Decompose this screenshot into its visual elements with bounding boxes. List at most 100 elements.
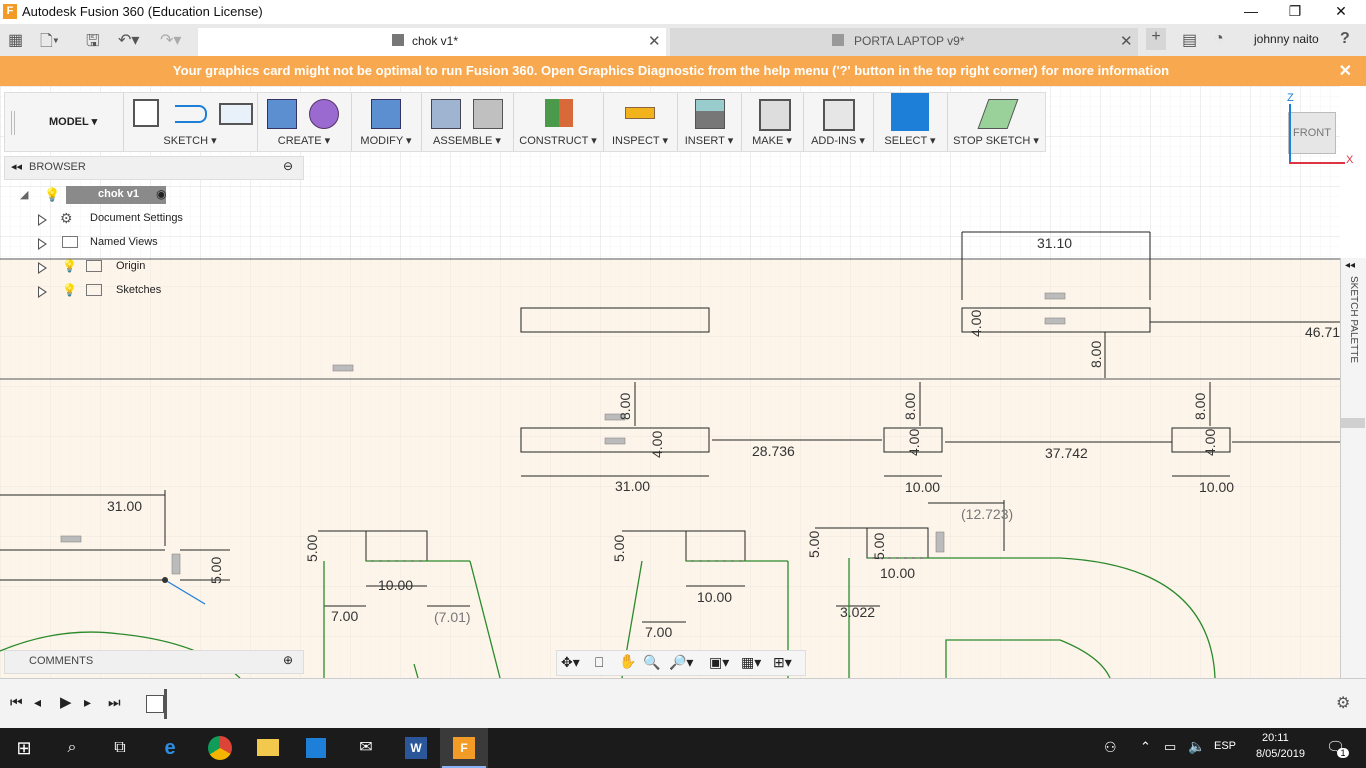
insert-menu[interactable]: INSERT ▾ xyxy=(677,134,741,147)
dimension-label[interactable]: 7.00 xyxy=(645,624,672,640)
viewports-icon[interactable]: ⊞▾ xyxy=(773,654,792,671)
minimize-browser-icon[interactable]: ⊖ xyxy=(283,159,293,173)
workspace-switcher[interactable]: MODEL ▾ xyxy=(5,93,124,151)
select-icon[interactable] xyxy=(891,93,929,131)
add-ins-menu[interactable]: ADD-INS ▾ xyxy=(803,134,873,147)
expand-triangle-icon[interactable] xyxy=(38,286,47,298)
select-group[interactable]: SELECT ▾ xyxy=(873,93,948,151)
visibility-bulb-icon[interactable]: 💡 xyxy=(62,259,77,273)
tree-item-origin[interactable]: 💡 Origin xyxy=(30,256,190,278)
dimension-label[interactable]: 8.00 xyxy=(902,393,918,420)
make-menu[interactable]: MAKE ▾ xyxy=(741,134,803,147)
insert-group[interactable]: INSERT ▾ xyxy=(677,93,742,151)
close-tab-icon[interactable]: ✕ xyxy=(1120,32,1133,50)
show-hidden-icons[interactable]: ⌃ xyxy=(1140,739,1151,755)
stop-sketch-icon[interactable] xyxy=(977,99,1019,129)
close-window-button[interactable]: ✕ xyxy=(1318,0,1364,24)
dimension-label[interactable]: 5.00 xyxy=(304,535,320,562)
tree-item-named-views[interactable]: Named Views xyxy=(30,232,190,254)
undo-icon[interactable]: ↶▾ xyxy=(118,30,139,50)
sketch-group[interactable]: SKETCH ▾ xyxy=(123,93,258,151)
offset-plane-icon[interactable] xyxy=(545,99,573,127)
stop-sketch-menu[interactable]: STOP SKETCH ▾ xyxy=(947,134,1045,147)
close-banner-icon[interactable]: ✕ xyxy=(1339,61,1352,81)
notifications-icon[interactable]: ▤ xyxy=(1182,30,1197,50)
job-status-icon[interactable]: ◔ xyxy=(1214,30,1224,48)
collapse-triangle-icon[interactable]: ◢ xyxy=(20,188,28,201)
dimension-label[interactable]: 28.736 xyxy=(752,443,795,459)
dimension-label[interactable]: 10.00 xyxy=(378,577,413,593)
line-icon[interactable] xyxy=(175,105,207,123)
search-icon[interactable]: ⌕ xyxy=(48,728,96,768)
rectangle-icon[interactable] xyxy=(219,103,253,125)
display-settings-icon[interactable]: ▣▾ xyxy=(709,654,729,671)
dimension-label[interactable]: 5.00 xyxy=(806,531,822,558)
tree-item-sketches[interactable]: 💡 Sketches xyxy=(30,280,190,302)
modify-group[interactable]: MODIFY ▾ xyxy=(351,93,422,151)
step-back-icon[interactable]: ◂ xyxy=(34,694,41,711)
front-face[interactable]: FRONT xyxy=(1288,112,1336,154)
tab-chok-v1[interactable]: chok v1* ✕ xyxy=(198,28,666,56)
expand-palette-icon[interactable]: ◂◂ xyxy=(1345,260,1355,271)
construct-group[interactable]: CONSTRUCT ▾ xyxy=(513,93,604,151)
edge-browser-icon[interactable]: e xyxy=(146,728,194,768)
joint-icon[interactable] xyxy=(473,99,503,129)
word-icon[interactable]: W xyxy=(392,728,440,768)
go-to-start-icon[interactable]: ⏮ xyxy=(10,694,23,711)
dimension-label[interactable]: 8.00 xyxy=(1088,341,1104,368)
dimension-label[interactable]: (12.723) xyxy=(961,506,1013,522)
chrome-icon[interactable] xyxy=(196,728,244,768)
dimension-label[interactable]: 37.742 xyxy=(1045,445,1088,461)
create-sketch-icon[interactable] xyxy=(133,99,159,127)
minimize-button[interactable]: — xyxy=(1228,0,1274,24)
fusion-360-taskbar-icon[interactable]: F xyxy=(440,728,488,768)
pan-icon[interactable]: ✋ xyxy=(619,653,636,670)
create-menu[interactable]: CREATE ▾ xyxy=(257,134,351,147)
file-explorer-icon[interactable] xyxy=(244,728,292,768)
tree-item-document-settings[interactable]: ⚙ Document Settings xyxy=(30,208,190,230)
visibility-bulb-icon[interactable]: 💡 xyxy=(62,283,77,297)
dimension-label[interactable]: 7.00 xyxy=(331,608,358,624)
input-language[interactable]: ESP xyxy=(1214,740,1236,752)
play-icon[interactable]: ▶ xyxy=(60,693,72,711)
dimension-label[interactable]: 4.00 xyxy=(649,431,665,458)
tab-porta-laptop[interactable]: PORTA LAPTOP v9* ✕ xyxy=(670,28,1138,56)
dimension-label[interactable]: (7.01) xyxy=(434,609,471,625)
timeline-sketch-feature-icon[interactable] xyxy=(146,695,164,713)
3d-print-icon[interactable] xyxy=(759,99,791,131)
measure-icon[interactable] xyxy=(625,107,655,119)
dimension-label[interactable]: 8.00 xyxy=(1192,393,1208,420)
dimension-label[interactable]: 31.00 xyxy=(107,498,142,514)
dimension-label[interactable]: 5.00 xyxy=(208,557,224,584)
dimension-label[interactable]: 4.00 xyxy=(968,310,984,337)
dimension-label[interactable]: 5.00 xyxy=(611,535,627,562)
dimension-label[interactable]: 10.00 xyxy=(880,565,915,581)
dimension-label[interactable]: 31.00 xyxy=(615,478,650,494)
browser-root-item[interactable]: ◢ 💡 chok v1 ◉ xyxy=(20,184,180,206)
press-pull-icon[interactable] xyxy=(371,99,401,129)
new-component-icon[interactable] xyxy=(431,99,461,129)
dimension-label[interactable]: 10.00 xyxy=(1199,479,1234,495)
dimension-label[interactable]: 31.10 xyxy=(1037,235,1072,251)
people-icon[interactable]: ⚇ xyxy=(1104,739,1117,756)
mail-icon[interactable]: ✉ xyxy=(342,728,390,768)
user-name[interactable]: johnny naito xyxy=(1254,32,1319,46)
form-icon[interactable] xyxy=(309,99,339,129)
look-at-icon[interactable]: ⎕ xyxy=(595,654,603,671)
make-group[interactable]: MAKE ▾ xyxy=(741,93,804,151)
dimension-label[interactable]: 3.022 xyxy=(840,604,875,620)
scrollbar-thumb[interactable] xyxy=(1341,418,1365,428)
volume-icon[interactable]: 🔈 xyxy=(1188,738,1205,755)
timeline-settings-gear-icon[interactable]: ⚙ xyxy=(1336,693,1350,713)
visibility-bulb-icon[interactable]: 💡 xyxy=(44,187,60,203)
assemble-group[interactable]: ASSEMBLE ▾ xyxy=(421,93,514,151)
inspect-group[interactable]: INSPECT ▾ xyxy=(603,93,678,151)
modify-menu[interactable]: MODIFY ▾ xyxy=(351,134,421,147)
add-comment-icon[interactable]: ⊕ xyxy=(283,653,293,667)
browser-panel-header[interactable]: ◂◂ BROWSER ⊖ xyxy=(4,156,304,180)
assemble-menu[interactable]: ASSEMBLE ▾ xyxy=(421,134,513,147)
clock-date[interactable]: 8/05/2019 xyxy=(1256,748,1305,760)
create-group[interactable]: CREATE ▾ xyxy=(257,93,352,151)
data-panel-grid-icon[interactable]: ▦ xyxy=(8,30,23,50)
expand-triangle-icon[interactable] xyxy=(38,262,47,274)
